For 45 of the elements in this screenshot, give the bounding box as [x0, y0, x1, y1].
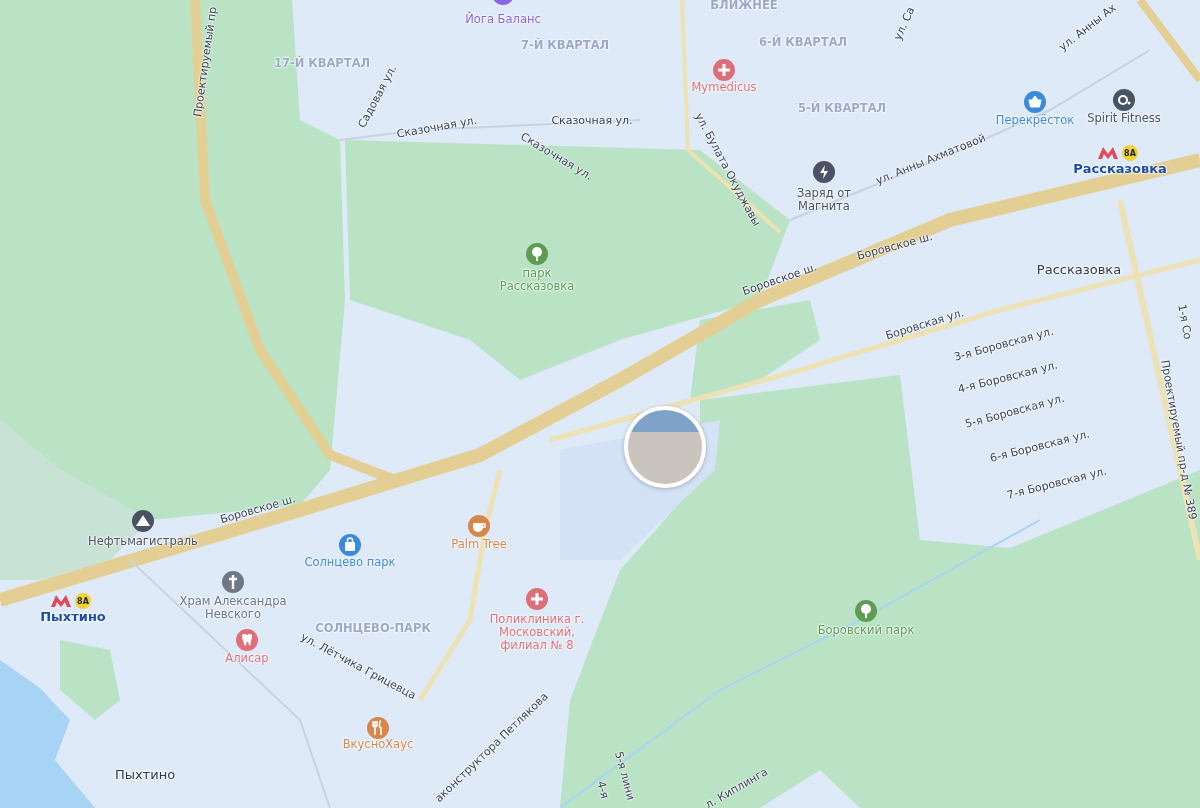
street-label: Сказочная ул. [395, 114, 479, 142]
metro-logo-icon [1098, 146, 1118, 160]
district-label: 17-Й КВАРТАЛ [273, 57, 371, 71]
place-name[interactable]: Palm Tree [451, 538, 507, 552]
place-label: Рассказовка [1036, 262, 1122, 278]
place-name[interactable]: Перекрёсток [995, 114, 1075, 128]
place-name[interactable]: Поликлиника г. Московский, филиал № 8 [489, 613, 585, 653]
tree-icon[interactable] [526, 243, 548, 265]
plus-icon[interactable] [526, 588, 548, 610]
place-name[interactable]: Боровский парк [817, 624, 915, 638]
metro-station-label[interactable]: Рассказовка [1073, 161, 1167, 177]
street-label: 5-я лини [611, 750, 637, 802]
place-name[interactable]: Заряд от Магнита [797, 186, 851, 214]
tooth-icon[interactable] [236, 629, 258, 651]
district-label: 6-Й КВАРТАЛ [758, 36, 848, 50]
cross-icon[interactable] [222, 571, 244, 593]
place-name[interactable]: Mymedicus [691, 81, 757, 95]
place-name[interactable]: Нефтьмагистраль [88, 535, 198, 549]
district-label: СОЛНЦЕВО-ПАРК [315, 622, 431, 636]
tree-icon[interactable] [855, 600, 877, 622]
street-label: 1-я Со [1174, 303, 1194, 341]
street-label: 4-я [593, 779, 611, 801]
place-name[interactable]: Йога Баланс [465, 13, 541, 27]
place-name[interactable]: ВкусноХаус [342, 738, 414, 752]
district-label: 5-Й КВАРТАЛ [797, 102, 887, 116]
metro-logo-icon [51, 594, 71, 608]
plus-icon[interactable] [713, 59, 735, 81]
place-name[interactable]: парк Рассказовка [499, 266, 575, 294]
basket-icon[interactable] [1024, 91, 1046, 113]
bag-icon[interactable] [339, 534, 361, 556]
lightning-icon[interactable] [813, 161, 835, 183]
street-label: Сказочная ул. [551, 114, 633, 128]
place-label: Пыхтино [114, 767, 176, 783]
street-label: ул. Са [892, 5, 918, 43]
metro-station-label[interactable]: Пыхтино [40, 609, 106, 625]
fork-icon[interactable] [367, 717, 389, 739]
district-label: БЛИЖНЕЕ [710, 0, 778, 13]
logo-icon[interactable] [1113, 89, 1135, 111]
place-name[interactable]: Храм Александра Невского [179, 594, 287, 622]
cup-icon[interactable] [468, 515, 490, 537]
place-name[interactable]: Spirit Fitness [1087, 112, 1161, 126]
place-name[interactable]: Солнцево парк [304, 556, 396, 570]
district-label: 7-Й КВАРТАЛ [520, 39, 610, 53]
place-name[interactable]: Алисар [225, 652, 269, 666]
mountain-icon[interactable] [132, 510, 154, 532]
